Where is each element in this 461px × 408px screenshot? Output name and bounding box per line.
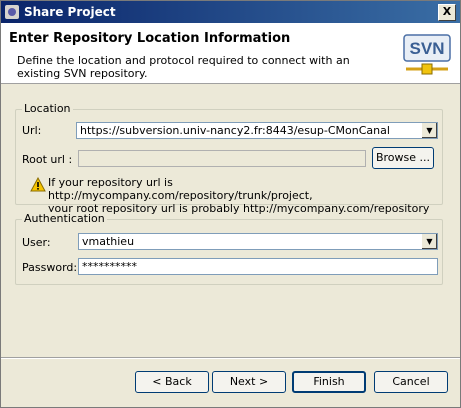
root-url-hint: If your repository url is http://mycompa… — [48, 176, 440, 215]
root-url-label: Root url : — [22, 153, 73, 166]
finish-button[interactable]: Finish — [292, 371, 366, 393]
close-button[interactable]: X — [438, 4, 456, 21]
location-group-title: Location — [22, 102, 73, 115]
authentication-group-title: Authentication — [22, 212, 107, 225]
svn-logo-icon: SVN — [403, 34, 451, 75]
url-combo[interactable]: https://subversion.univ-nancy2.fr:8443/e… — [76, 122, 438, 139]
svn-logo-text: SVN — [410, 39, 445, 58]
url-dropdown-arrow-icon[interactable]: ▼ — [421, 123, 437, 138]
warning-icon — [30, 177, 46, 192]
back-button[interactable]: < Back — [135, 371, 209, 393]
root-url-input — [78, 150, 366, 167]
url-value: https://subversion.univ-nancy2.fr:8443/e… — [80, 124, 390, 137]
wizard-header: Enter Repository Location Information De… — [1, 23, 460, 84]
user-combo[interactable]: vmathieu ▼ — [78, 233, 438, 250]
password-input[interactable]: ********** — [78, 258, 438, 275]
location-group: Location Url: https://subversion.univ-na… — [15, 102, 443, 215]
password-label: Password: — [22, 261, 78, 274]
user-dropdown-arrow-icon[interactable]: ▼ — [421, 234, 437, 249]
next-button[interactable]: Next > — [212, 371, 286, 393]
eclipse-app-icon — [5, 5, 19, 19]
share-project-dialog: Share Project X Enter Repository Locatio… — [0, 0, 461, 408]
authentication-group: Authentication User: vmathieu ▼ Password… — [15, 212, 443, 285]
root-url-hint-line1: If your repository url is http://mycompa… — [48, 176, 313, 202]
browse-button[interactable]: Browse ... — [372, 147, 434, 169]
window-title: Share Project — [24, 5, 116, 19]
page-title: Enter Repository Location Information — [9, 31, 291, 46]
page-description: Define the location and protocol require… — [17, 54, 350, 80]
cancel-button[interactable]: Cancel — [374, 371, 448, 393]
user-value: vmathieu — [82, 235, 135, 248]
root-url-hint-line2: your root repository url is probably htt… — [48, 202, 430, 215]
button-bar-separator — [1, 357, 460, 359]
user-label: User: — [22, 236, 51, 249]
url-label: Url: — [22, 124, 42, 137]
title-bar: Share Project X — [1, 1, 460, 23]
